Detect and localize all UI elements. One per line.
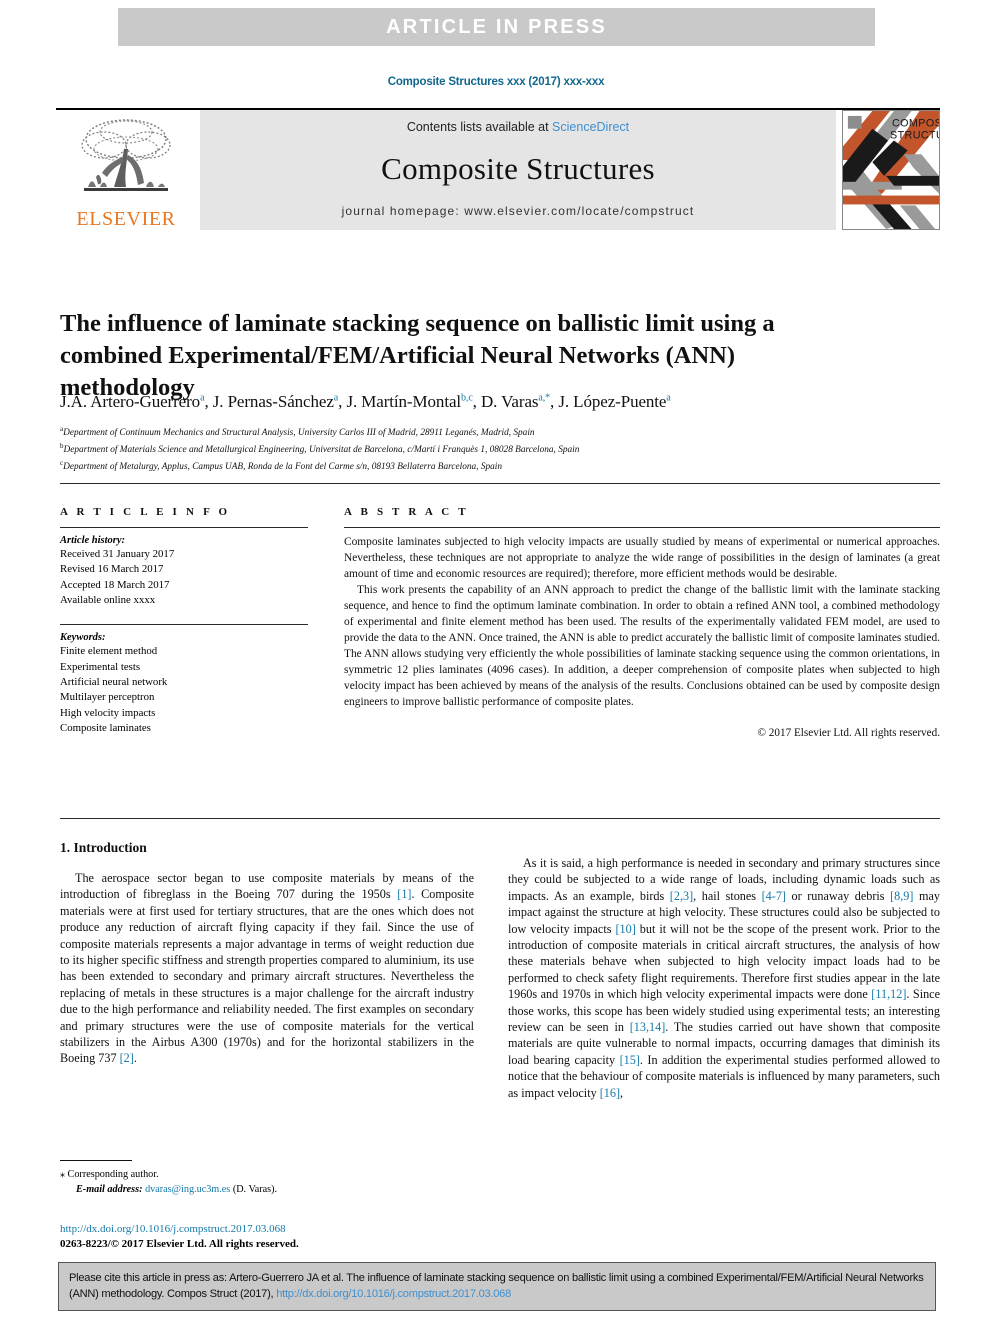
article-info-rule [60,527,308,528]
citation-ref[interactable]: [8,9] [890,889,913,903]
keywords-rule [60,624,308,626]
abstract-heading: A B S T R A C T [344,506,469,518]
keyword-item: Artificial neural network [60,675,168,688]
corresponding-author-footnote: ⁎ Corresponding author. E-mail address: … [60,1160,474,1198]
article-history-item: Received 31 January 2017 [60,548,175,560]
contents-available-line: Contents lists available at ScienceDirec… [407,120,629,134]
journal-reference-line: Composite Structures xxx (2017) xxx-xxx [387,76,605,88]
author-name: J.A. Artero-Guerrero [60,392,201,411]
affiliation-text: Department of Continuum Mechanics and St… [63,428,535,439]
journal-masthead: ELSEVIER Contents lists available at Sci… [56,110,940,230]
corresponding-author-label: Corresponding author. [67,1169,159,1180]
email-link[interactable]: dvaras@ing.uc3m.es [145,1184,230,1195]
affiliation-item: cDepartment of Metalurgy, Applus, Campus… [60,458,940,475]
intro-right-text: As it is said, a high performance is nee… [508,855,940,1101]
elsevier-wordmark: ELSEVIER [76,208,176,230]
citation-ref[interactable]: [13,14] [630,1020,666,1034]
body-column-right: As it is said, a high performance is nee… [508,855,940,1101]
keyword-item: Finite element method [60,645,158,658]
abstract-column: A B S T R A C T Composite laminates subj… [344,506,940,741]
article-info-column: A R T I C L E I N F O Article history: R… [60,506,308,736]
elsevier-tree-icon [74,115,178,207]
keyword-item: Multilayer perceptron [60,691,155,704]
section-title-introduction: 1. Introduction [60,840,147,855]
journal-homepage-line[interactable]: journal homepage: www.elsevier.com/locat… [342,204,695,218]
citation-ref[interactable]: [4-7] [762,889,786,903]
article-info-heading: A R T I C L E I N F O [60,506,231,518]
journal-title: Composite Structures [381,151,655,186]
email-label: E-mail address: [76,1184,143,1196]
article-in-press-banner: ARTICLE IN PRESS [118,8,875,46]
body-paragraph: The aerospace sector began to use compos… [60,871,474,1066]
abstract-paragraph: Composite laminates subjected to high ve… [344,536,940,580]
copyright-line: © 2017 Elsevier Ltd. All rights reserved… [757,726,941,739]
body-column-left: 1. Introduction The aerospace sector beg… [60,840,474,1067]
citation-ref[interactable]: [15] [620,1053,640,1067]
abstract-paragraph: This work presents the capability of an … [344,583,940,708]
keyword-item: High velocity impacts [60,706,156,719]
affiliation-item: bDepartment of Materials Science and Met… [60,441,940,458]
body-paragraph: As it is said, a high performance is nee… [508,856,941,1100]
cite-this-article-box: Please cite this article in press as: Ar… [58,1262,936,1311]
author-affil-mark[interactable]: a,* [538,392,550,403]
page-title: The influence of laminate stacking seque… [60,310,775,402]
issn-copyright-line: 0263-8223/© 2017 Elsevier Ltd. All right… [60,1238,299,1251]
cite-doi-link[interactable]: http://dx.doi.org/10.1016/j.compstruct.2… [276,1288,511,1300]
author-affil-mark[interactable]: b,c [461,392,473,403]
keyword-item: Composite laminates [60,721,151,734]
footer-doi-block: http://dx.doi.org/10.1016/j.compstruct.2… [60,1222,490,1252]
author-affil-mark[interactable]: a [200,392,204,403]
citation-ref[interactable]: [11,12] [871,987,906,1001]
asterisk-icon: ⁎ [60,1169,65,1180]
citation-ref[interactable]: [16] [600,1086,620,1100]
author-name: D. Varas [480,392,539,411]
journal-cover-thumbnail: COMPOSITE STRUCTURES [842,110,940,230]
corresponding-author-line: ⁎ Corresponding author. [60,1167,474,1182]
cover-title-line1: COMPOSITE [892,118,939,130]
sciencedirect-link[interactable]: ScienceDirect [552,120,629,134]
divider-above-info [60,483,940,484]
affiliation-text: Department of Metalurgy, Applus, Campus … [63,461,503,472]
article-history-heading: Article history: [60,535,126,546]
citation-ref[interactable]: [2,3] [670,889,693,903]
article-in-press-label: ARTICLE IN PRESS [386,15,607,38]
email-owner: (D. Varas). [232,1184,278,1196]
author-affil-mark[interactable]: a [666,392,670,403]
author-affil-mark[interactable]: a [334,392,338,403]
article-history-item: Accepted 18 March 2017 [60,578,170,591]
author-list: J.A. Artero-Guerreroa, J. Pernas-Sánchez… [60,392,671,411]
intro-left-text: The aerospace sector began to use compos… [60,870,474,1067]
journal-header-box: Contents lists available at ScienceDirec… [200,110,836,230]
cover-title-line2: STRUCTURES [890,130,939,142]
citation-ref[interactable]: [1] [397,887,411,901]
abstract-body: Composite laminates subjected to high ve… [344,535,940,741]
keyword-item: Experimental tests [60,660,141,673]
article-history-item: Revised 16 March 2017 [60,563,164,576]
divider-above-body [60,818,940,819]
email-line: E-mail address: dvaras@ing.uc3m.es (D. V… [60,1182,474,1197]
affiliation-item: aDepartment of Continuum Mechanics and S… [60,424,940,441]
contents-prefix: Contents lists available at [406,120,553,134]
doi-link[interactable]: http://dx.doi.org/10.1016/j.compstruct.2… [60,1222,490,1237]
author-name: J. Pernas-Sánchez [212,392,334,411]
author-name: J. Martín-Montal [346,392,462,411]
author-name: J. López-Puente [558,392,667,411]
keywords-heading: Keywords: [60,632,106,644]
affiliation-list: aDepartment of Continuum Mechanics and S… [60,424,940,474]
citation-ref[interactable]: [10] [615,922,635,936]
cite-text: Please cite this article in press as: Ar… [69,1270,925,1303]
footnote-rule [60,1160,132,1161]
abstract-rule [344,527,940,528]
elsevier-logo: ELSEVIER [56,110,196,230]
article-history-item: Available online xxxx [60,593,156,606]
citation-ref[interactable]: [2] [120,1051,134,1065]
affiliation-text: Department of Materials Science and Meta… [63,444,580,455]
